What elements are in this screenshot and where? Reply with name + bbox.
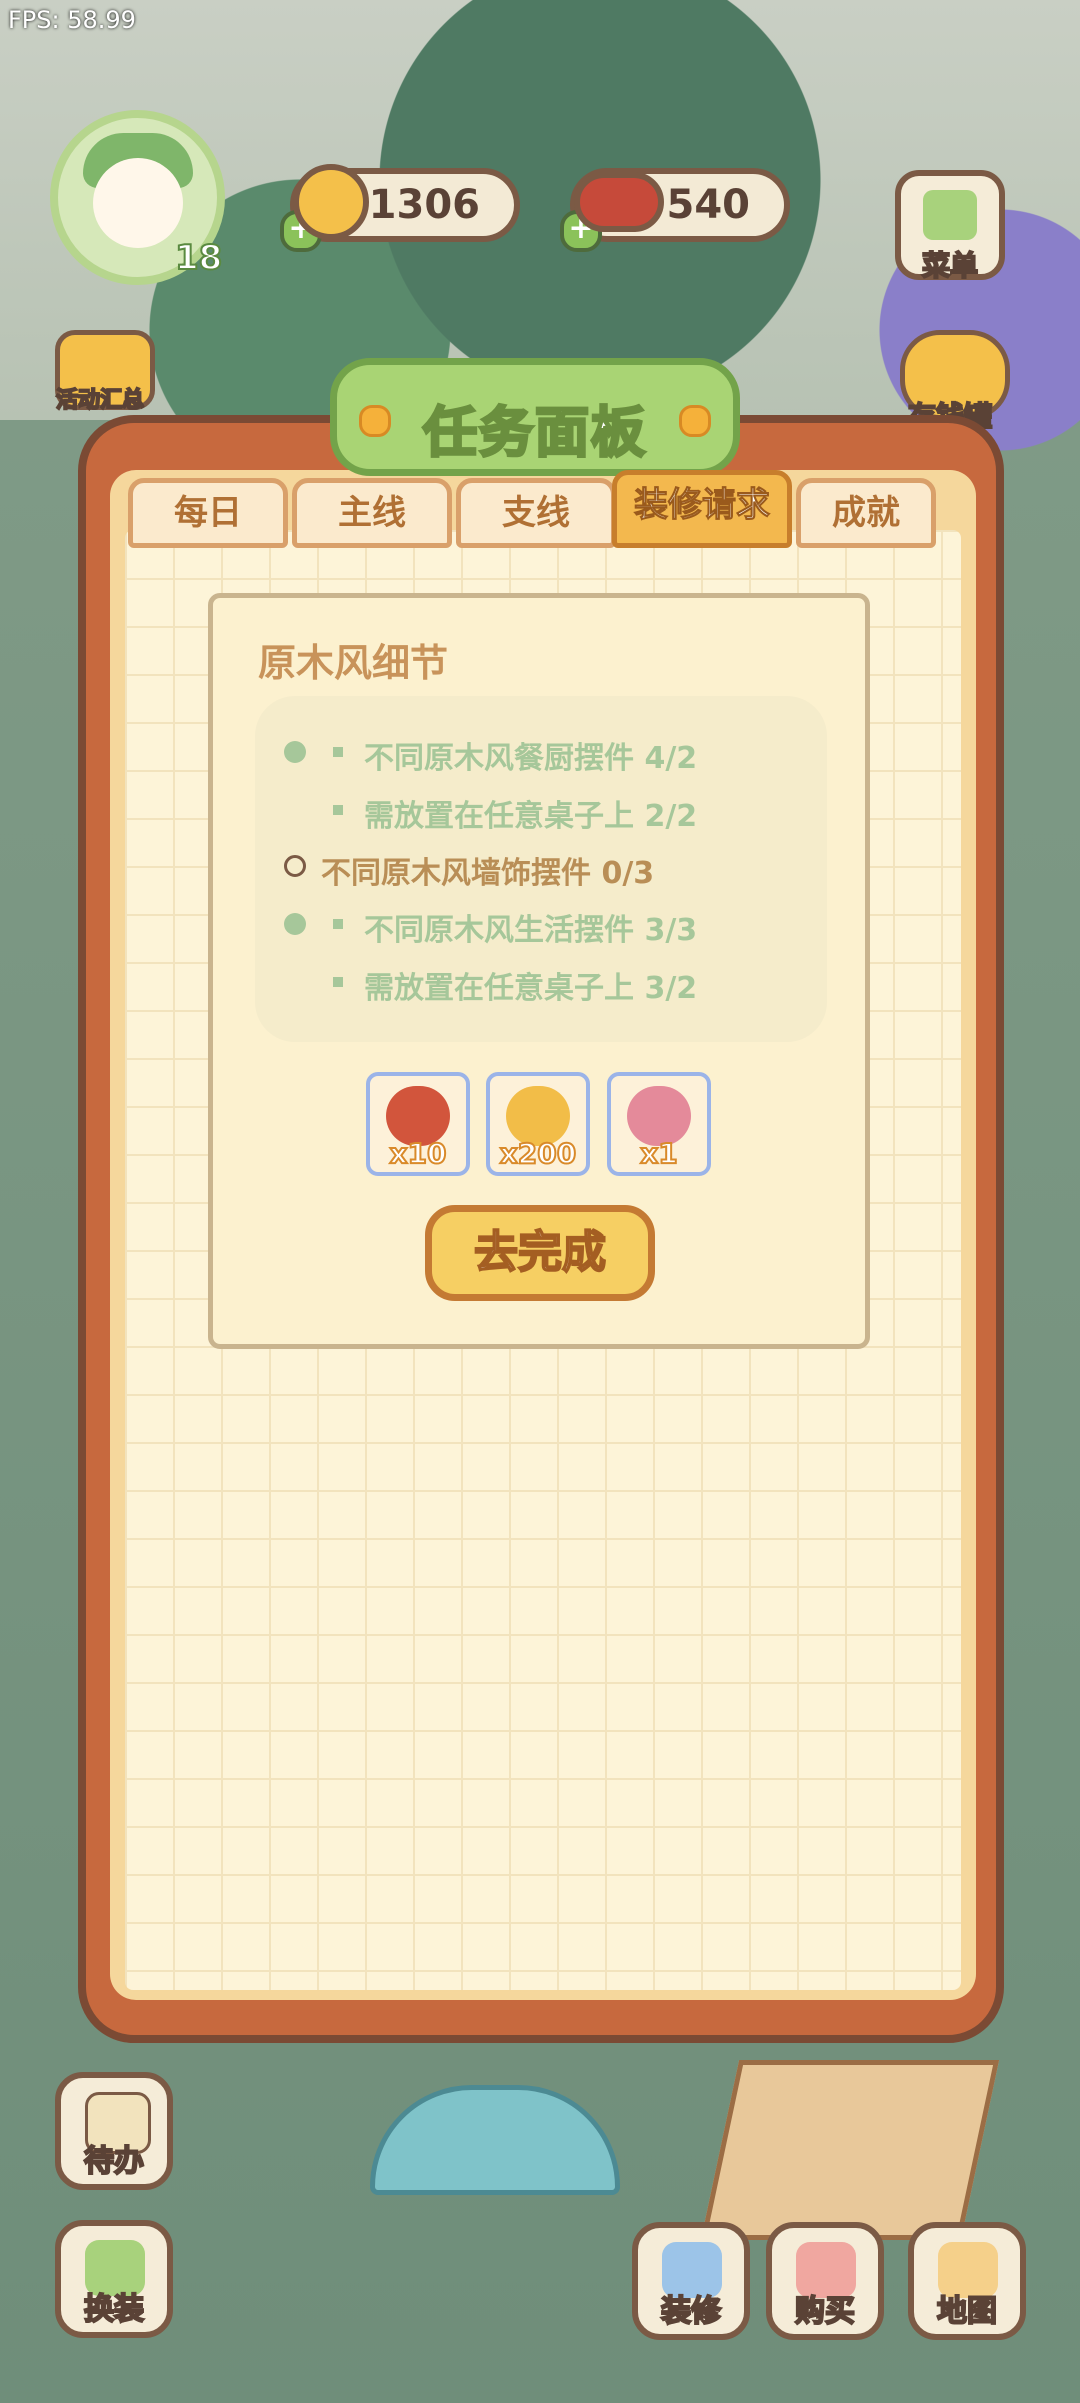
requirement-item: 不同原木风生活摆件 3/3: [364, 913, 698, 948]
todo-button[interactable]: 待办: [55, 2072, 173, 2190]
requirement-item: 不同原木风墙饰摆件 0/3: [321, 856, 655, 891]
avatar-face-icon: [93, 158, 183, 248]
reward-meat[interactable]: x10: [366, 1072, 470, 1176]
menu-label: 菜单: [921, 248, 979, 283]
decorate-button[interactable]: 装修: [632, 2222, 750, 2340]
tab-achievements[interactable]: 成就: [796, 478, 936, 548]
map-label: 地图: [936, 2293, 998, 2330]
requirement-item: 不同原木风餐厨摆件 4/2: [364, 741, 698, 776]
coin-count: 1306: [368, 182, 480, 228]
buy-button[interactable]: 购买: [766, 2222, 884, 2340]
sub-bullet-icon: [333, 747, 343, 757]
todo-bullet-icon: [284, 855, 306, 877]
reward-coins[interactable]: x200: [486, 1072, 590, 1176]
tab-side[interactable]: 支线: [456, 478, 616, 548]
player-level: 18: [174, 237, 223, 279]
sub-bullet-icon: [333, 919, 343, 929]
tab-daily[interactable]: 每日: [128, 478, 288, 548]
reward-qty: x200: [499, 1136, 578, 1171]
requirement-subitem: 需放置在任意桌子上 2/2: [364, 799, 698, 834]
sub-bullet-icon: [333, 977, 343, 987]
dress-up-button[interactable]: 换装: [55, 2220, 173, 2338]
task-title: 原木风细节: [258, 641, 449, 685]
tab-decoration-request[interactable]: 装修请求: [612, 470, 792, 548]
map-button[interactable]: 地图: [908, 2222, 1026, 2340]
decorate-label: 装修: [660, 2293, 722, 2330]
meat-icon: [574, 172, 664, 232]
requirement-subitem: 需放置在任意桌子上 3/2: [364, 971, 698, 1006]
sub-bullet-icon: [333, 805, 343, 815]
events-label: 活动汇总: [55, 387, 145, 414]
buy-label: 购买: [794, 2293, 856, 2330]
go-complete-button[interactable]: 去完成: [425, 1205, 655, 1301]
dress-up-label: 换装: [83, 2291, 145, 2328]
reward-qty: x1: [639, 1136, 679, 1171]
menu-icon: [923, 190, 977, 240]
done-bullet-icon: [284, 913, 306, 935]
reward-qty: x10: [388, 1136, 447, 1171]
reward-gift[interactable]: x1: [607, 1072, 711, 1176]
tent-decoration: [700, 2060, 1000, 2240]
tab-main[interactable]: 主线: [292, 478, 452, 548]
meat-count: 540: [666, 182, 751, 228]
menu-button[interactable]: 菜单: [895, 170, 1005, 283]
todo-label: 待办: [83, 2143, 145, 2180]
done-bullet-icon: [284, 741, 306, 763]
coin-icon: [293, 164, 369, 240]
fps-counter: FPS: 58.99: [8, 6, 136, 34]
panel-title: 任务面板: [422, 400, 647, 466]
